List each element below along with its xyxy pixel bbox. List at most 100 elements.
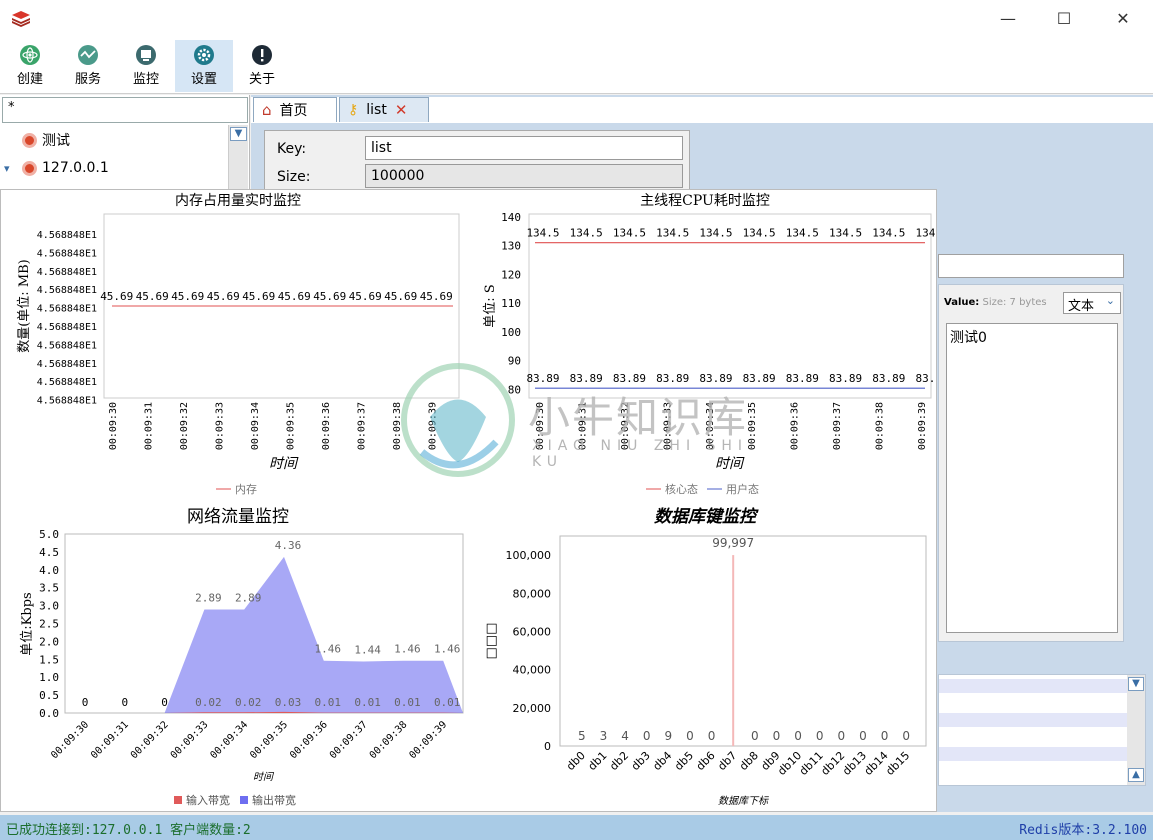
data-label: 45.69 xyxy=(171,290,204,303)
x-tick-label: 00:09:36 xyxy=(321,402,332,450)
data-label: 45.69 xyxy=(420,290,453,303)
about-button[interactable]: 关于 xyxy=(233,40,291,92)
data-label: 83.89 xyxy=(656,372,689,385)
tab-list[interactable]: ⚷ list ✕ xyxy=(339,97,429,122)
y-tick-label: 130 xyxy=(501,240,521,253)
about-label: 关于 xyxy=(248,72,275,87)
data-label: 0.02 xyxy=(195,696,222,709)
service-label: 服务 xyxy=(74,72,101,87)
y-tick-label: 3.5 xyxy=(39,582,59,595)
data-label: 45.69 xyxy=(313,290,346,303)
status-bar: 已成功连接到:127.0.0.1 客户端数量:2 Redis版本:3.2.100 xyxy=(0,815,1153,840)
x-tick-label: 00:09:39 xyxy=(407,719,449,761)
x-tick-label: 00:09:34 xyxy=(705,402,716,450)
chevron-down-icon[interactable]: ▼ xyxy=(1128,677,1144,691)
data-label: 45.69 xyxy=(100,290,133,303)
table-scrollbar[interactable]: ▼ ▲ xyxy=(1127,675,1145,785)
minimize-button[interactable]: — xyxy=(985,4,1031,32)
x-tick-label: db5 xyxy=(672,749,696,773)
gear-icon xyxy=(194,45,214,65)
y-tick-label: 4.568848E1 xyxy=(37,359,97,370)
x-tick-label: 00:09:36 xyxy=(790,402,801,450)
data-label: 0 xyxy=(751,729,759,743)
y-tick-label: 4.568848E1 xyxy=(37,267,97,278)
data-label: 45.69 xyxy=(384,290,417,303)
chart-title: 内存占用量实时监控 xyxy=(175,193,301,209)
x-tick-label: db7 xyxy=(715,749,739,773)
y-tick-label: 4.0 xyxy=(39,564,59,577)
value-label: Value: xyxy=(944,297,980,308)
data-label: 0.03 xyxy=(275,696,302,709)
tab-bar: ⌂ 首页 ⚷ list ✕ xyxy=(251,97,1153,123)
home-icon: ⌂ xyxy=(262,101,272,119)
data-label: 99,997 xyxy=(712,536,754,550)
x-tick-label: 00:09:35 xyxy=(285,402,296,450)
data-label: 9 xyxy=(664,729,672,743)
monitor-charts: 内存占用量实时监控 4.568848E1 4.568848E1 4.568848E1 4… xyxy=(17,193,949,807)
y-tick-label: 100,000 xyxy=(506,549,552,562)
format-select[interactable]: 文本 ⌄ xyxy=(1063,292,1121,314)
value-content-area[interactable]: 测试0 xyxy=(946,323,1118,633)
x-tick-label: 00:09:32 xyxy=(179,402,190,450)
data-label: 134.5 xyxy=(526,227,559,240)
data-label: 134.5 xyxy=(786,227,819,240)
data-label: 83.89 xyxy=(829,372,862,385)
key-filter-input[interactable]: * xyxy=(2,97,248,123)
data-label: 45.69 xyxy=(207,290,240,303)
y-tick-label: 120 xyxy=(501,268,521,281)
y-tick-label: 110 xyxy=(501,297,521,310)
x-tick-label: 00:09:35 xyxy=(747,402,758,450)
chevron-down-icon[interactable]: ▾ xyxy=(4,162,22,175)
service-button[interactable]: 服务 xyxy=(59,40,117,92)
data-label: 83.89 xyxy=(743,372,776,385)
tree-item-localhost[interactable]: ▾ 127.0.0.1 xyxy=(4,154,224,182)
x-axis-label: 时间 xyxy=(715,456,745,472)
key-name-field[interactable]: list xyxy=(365,136,683,160)
redis-version: Redis版本:3.2.100 xyxy=(1019,823,1147,838)
table-row[interactable] xyxy=(939,679,1127,693)
create-button[interactable]: 创建 xyxy=(1,40,59,92)
y-tick-label: 0.0 xyxy=(39,707,59,720)
plot-area xyxy=(559,535,927,747)
data-label: 5 xyxy=(578,729,586,743)
x-tick-label: db10 xyxy=(775,749,804,778)
tab-home-label: 首页 xyxy=(279,103,308,119)
table-row[interactable] xyxy=(939,713,1127,727)
chevron-up-icon[interactable]: ▲ xyxy=(1128,768,1144,782)
maximize-button[interactable]: ☐ xyxy=(1041,4,1087,32)
close-tab-icon[interactable]: ✕ xyxy=(395,101,408,119)
monitor-button[interactable]: 监控 xyxy=(117,40,175,92)
tab-home[interactable]: ⌂ 首页 xyxy=(253,97,337,122)
y-tick-label: 0.5 xyxy=(39,689,59,702)
x-tick-label: 00:09:30 xyxy=(535,402,546,450)
x-tick-label: db2 xyxy=(607,749,631,773)
plot-area xyxy=(528,213,932,399)
close-window-button[interactable]: ✕ xyxy=(1100,4,1146,32)
value-search-input[interactable] xyxy=(938,254,1124,278)
data-label: 0 xyxy=(837,729,845,743)
x-tick-label: db1 xyxy=(586,749,610,773)
x-tick-label: 00:09:34 xyxy=(250,402,261,450)
atom-icon xyxy=(20,45,40,65)
chevron-down-icon: ⌄ xyxy=(1105,294,1115,307)
y-tick-label: 2.5 xyxy=(39,618,59,631)
y-tick-label: 4.568848E1 xyxy=(37,377,97,388)
y-axis-label: 单位:Kbps xyxy=(20,592,35,655)
y-tick-label: 4.568848E1 xyxy=(37,248,97,259)
settings-label: 设置 xyxy=(190,72,217,87)
info-icon xyxy=(252,45,272,65)
x-tick-label: db11 xyxy=(797,749,826,778)
x-tick-label: 00:09:33 xyxy=(169,719,211,761)
x-tick-label: db12 xyxy=(818,749,847,778)
table-row[interactable] xyxy=(939,747,1127,761)
tree-item-test[interactable]: 测试 xyxy=(4,126,224,154)
data-label: 45.69 xyxy=(136,290,169,303)
legend-label: 输入带宽 xyxy=(186,793,230,807)
settings-button[interactable]: 设置 xyxy=(175,40,233,92)
x-tick-label: 00:09:32 xyxy=(129,719,171,761)
size-label: Size: xyxy=(277,169,311,185)
x-tick-label: db3 xyxy=(629,749,653,773)
chevron-down-icon[interactable]: ▼ xyxy=(230,127,247,141)
x-axis-label: 数据库下标 xyxy=(718,795,769,807)
data-label: 45.69 xyxy=(349,290,382,303)
